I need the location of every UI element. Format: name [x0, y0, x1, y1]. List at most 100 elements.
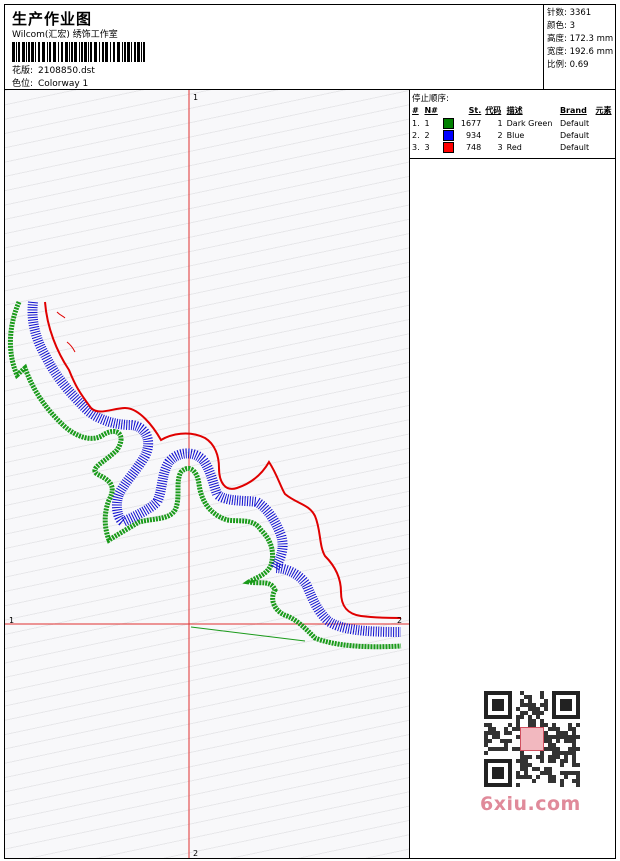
- qr-code: [484, 691, 580, 787]
- barcode-bar: [31, 42, 34, 62]
- barcode-bar: [61, 42, 63, 62]
- design-file-name: 2108850.dst: [38, 66, 95, 76]
- qr-module: [508, 731, 512, 735]
- row-brand: Default: [559, 130, 590, 140]
- qr-module: [540, 759, 544, 763]
- embroidery-preview: 1 2 1 2: [5, 90, 409, 858]
- barcode-bar: [90, 42, 92, 62]
- barcode-bar: [99, 42, 100, 62]
- qr-module: [560, 783, 564, 787]
- barcode-bar: [110, 42, 111, 62]
- qr-module: [508, 715, 512, 719]
- barcode-bar: [35, 42, 36, 62]
- color-swatch: [443, 129, 455, 141]
- qr-module: [520, 715, 524, 719]
- row-swatch: [441, 129, 457, 141]
- row-needle: 1: [424, 118, 430, 128]
- row-brand: Default: [559, 118, 590, 128]
- axis-label-bottom: 2: [193, 849, 198, 858]
- color-sequence-table: # N# St. 代码 描述 Brand 元素 1. 1 1677 1 Dark Gre…: [410, 104, 615, 153]
- colorway-label: 色位:: [12, 79, 34, 89]
- barcode-bar: [113, 42, 115, 62]
- qr-module: [560, 763, 564, 767]
- qr-module: [536, 775, 540, 779]
- color-swatch: [443, 141, 455, 153]
- row-code: 2: [497, 130, 503, 140]
- row-needle: 2: [424, 130, 430, 140]
- qr-module: [540, 711, 544, 715]
- qr-module: [532, 779, 536, 783]
- stat-height: 高度: 172.3 mm: [547, 34, 614, 44]
- barcode-bar: [42, 42, 45, 62]
- barcode-bar: [22, 42, 25, 62]
- stat-scale: 比例: 0.69: [547, 60, 589, 70]
- qr-module: [564, 775, 568, 779]
- axis-label-left: 1: [9, 616, 14, 625]
- qr-module: [576, 723, 580, 727]
- row-brand: Default: [559, 142, 590, 152]
- design-label: 花版:: [12, 66, 34, 76]
- col-code: 代码: [485, 106, 502, 115]
- barcode-bar: [49, 42, 51, 62]
- col-needle: N#: [424, 106, 438, 115]
- barcode-bar: [58, 42, 59, 62]
- site-watermark: 6xiu.com: [480, 793, 581, 815]
- barcode-bar: [26, 42, 27, 62]
- qr-module: [544, 707, 548, 711]
- row-description: Dark Green: [506, 118, 553, 128]
- red-seal-logo: [520, 727, 544, 751]
- col-description: 描述: [506, 106, 523, 115]
- barcode-bar: [69, 42, 70, 62]
- qr-module: [528, 755, 532, 759]
- barcode-bar: [28, 42, 30, 62]
- table-row: 3. 3 748 3 Red Default: [410, 141, 615, 153]
- row-code: 3: [497, 142, 503, 152]
- table-header-row: # N# St. 代码 描述 Brand 元素: [410, 104, 615, 117]
- color-swatch: [443, 117, 455, 129]
- production-sheet: 生产作业图 Wilcom(汇宏) 绣饰工作室 花版: 2108850.dst 色位…: [4, 4, 616, 859]
- barcode-bar: [102, 42, 104, 62]
- qr-module: [508, 739, 512, 743]
- red-tie-stitch: [56, 311, 66, 319]
- barcode-bar: [12, 42, 15, 62]
- design-canvas: 1 2 1 2: [5, 90, 409, 858]
- qr-module: [488, 739, 492, 743]
- qr-module: [516, 783, 520, 787]
- barcode-bar: [65, 42, 68, 62]
- col-swatch: [441, 104, 457, 117]
- table-bottom-divider: [410, 158, 615, 159]
- barcode-bar: [137, 42, 140, 62]
- qr-module: [556, 739, 560, 743]
- row-index: 1.: [412, 118, 420, 128]
- qr-module: [500, 775, 504, 779]
- qr-module: [576, 747, 580, 751]
- qr-module: [484, 751, 488, 755]
- stats-panel: 针数: 3361 颜色: 3 高度: 172.3 mm 宽度: 192.6 mm…: [543, 5, 617, 89]
- col-element: 元素: [595, 106, 612, 115]
- qr-module: [552, 759, 556, 763]
- barcode-bar: [141, 42, 142, 62]
- barcode-bar: [122, 42, 123, 62]
- qr-module: [508, 783, 512, 787]
- barcode: [12, 42, 145, 62]
- qr-module: [552, 779, 556, 783]
- axis-label-right: 2: [397, 616, 402, 625]
- design-file-line: 花版: 2108850.dst: [12, 63, 95, 76]
- qr-module: [576, 763, 580, 767]
- qr-module: [504, 747, 508, 751]
- col-brand: Brand: [559, 106, 587, 115]
- barcode-bar: [79, 42, 80, 62]
- sheet-title: 生产作业图: [12, 10, 93, 28]
- stat-colors: 颜色: 3: [547, 21, 575, 31]
- barcode-bar: [74, 42, 77, 62]
- barcode-bar: [124, 42, 126, 62]
- barcode-bar: [81, 42, 83, 62]
- barcode-bar: [84, 42, 87, 62]
- qr-module: [576, 715, 580, 719]
- qr-module: [500, 707, 504, 711]
- barcode-bar: [131, 42, 132, 62]
- axis-label-top: 1: [193, 93, 198, 102]
- stop-sequence-panel: 停止顺序: # N# St. 代码 描述 Brand 元素 1. 1 1677 1 Da…: [410, 90, 615, 153]
- red-outline: [44, 301, 402, 619]
- row-swatch: [441, 141, 457, 153]
